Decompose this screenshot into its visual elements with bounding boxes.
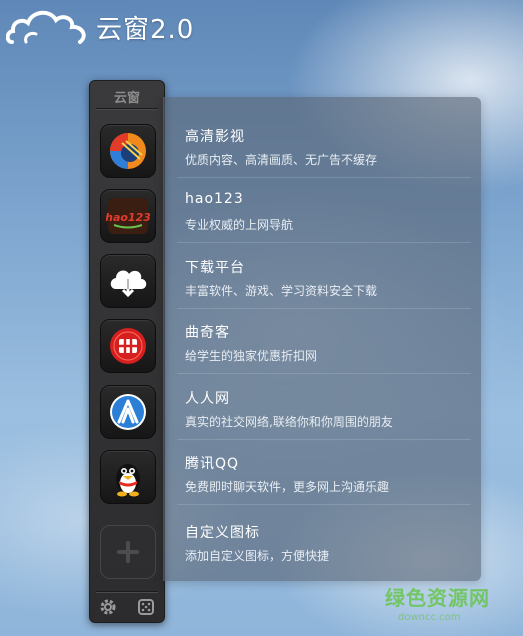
list-item-video[interactable]: 高清影视 优质内容、高清画质、无广告不缓存 [163, 114, 481, 178]
tile-hao123[interactable]: hao123 [100, 189, 156, 243]
dock-divider [96, 108, 158, 109]
row-divider [177, 504, 471, 505]
watermark-text: 绿色资源网 [385, 586, 490, 610]
app-dock: 云窗 hao123 [89, 80, 165, 623]
item-title: 腾讯QQ [185, 456, 240, 472]
list-item-qq[interactable]: 腾讯QQ 免费即时聊天软件，更多网上沟通乐趣 [163, 441, 481, 505]
cloud-download-icon [110, 270, 147, 298]
item-title: 高清影视 [185, 129, 245, 145]
app-title: 云窗2.0 [96, 15, 195, 45]
item-title: 下载平台 [185, 260, 245, 276]
hao123-logo-text: hao123 [106, 211, 150, 224]
row-divider [177, 373, 471, 374]
qq-penguin-icon [116, 464, 140, 497]
item-description: 真实的社交网络,联络你和你周围的朋友 [185, 415, 393, 429]
row-divider [177, 177, 471, 178]
dock-title: 云窗 [113, 91, 140, 106]
row-divider [177, 242, 471, 243]
app-list-panel: 高清影视 优质内容、高清画质、无广告不缓存 hao123 专业权威的上网导航 下… [163, 97, 481, 581]
cloud-logo-icon [6, 10, 86, 44]
item-title: 自定义图标 [185, 525, 260, 541]
tile-qq[interactable] [100, 450, 156, 504]
dock-bottom-divider [96, 591, 158, 592]
item-description: 优质内容、高清画质、无广告不缓存 [185, 153, 378, 167]
quqike-icon [110, 328, 146, 364]
list-item-quqike[interactable]: 曲奇客 给学生的独家优惠折扣网 [163, 310, 481, 374]
tile-renren[interactable] [100, 385, 156, 439]
item-title: 曲奇客 [185, 325, 230, 341]
row-divider [177, 439, 471, 440]
video-player-icon [110, 133, 146, 169]
item-description: 给学生的独家优惠折扣网 [185, 349, 318, 363]
tile-download[interactable] [100, 254, 156, 308]
list-item-renren[interactable]: 人人网 真实的社交网络,联络你和你周围的朋友 [163, 376, 481, 440]
item-title: 人人网 [185, 391, 230, 407]
item-description: 专业权威的上网导航 [185, 218, 294, 232]
list-item-hao123[interactable]: hao123 专业权威的上网导航 [163, 179, 481, 243]
item-title: hao123 [185, 191, 244, 207]
list-item-download[interactable]: 下载平台 丰富软件、游戏、学习资料安全下载 [163, 245, 481, 309]
item-description: 丰富软件、游戏、学习资料安全下载 [185, 284, 378, 298]
plus-icon [117, 541, 139, 563]
hao123-icon: hao123 [106, 198, 150, 234]
dice-icon[interactable] [136, 597, 156, 617]
row-divider [177, 308, 471, 309]
renren-icon [110, 394, 146, 430]
item-description: 添加自定义图标，方便快捷 [185, 549, 330, 563]
add-custom-icon-button[interactable] [100, 525, 156, 579]
list-item-custom[interactable]: 自定义图标 添加自定义图标，方便快捷 [163, 510, 481, 574]
tile-quqike[interactable] [100, 319, 156, 373]
item-description: 免费即时聊天软件，更多网上沟通乐趣 [185, 480, 390, 494]
tile-video[interactable] [100, 124, 156, 178]
watermark-url: downcc.com [398, 612, 461, 623]
gear-icon[interactable] [98, 597, 118, 617]
